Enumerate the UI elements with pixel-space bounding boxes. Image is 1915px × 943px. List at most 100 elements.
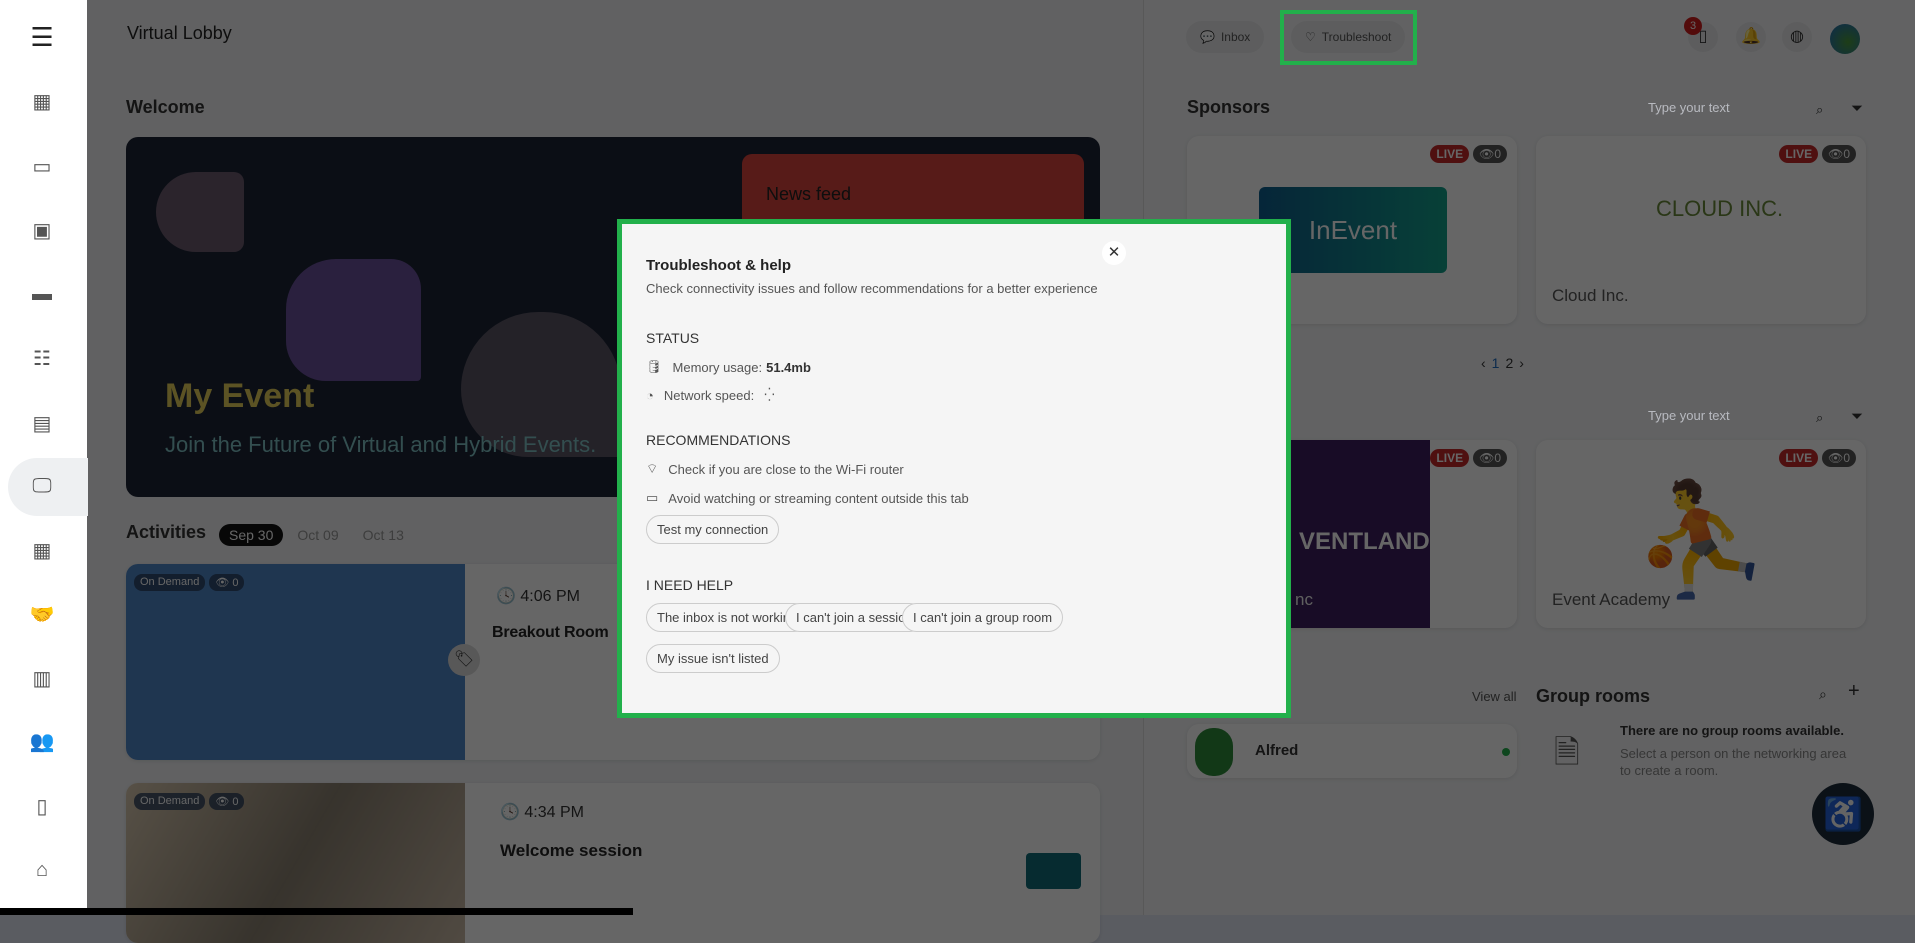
group-rooms-title: Group rooms — [1536, 686, 1651, 706]
people-icon: 👥 — [29, 730, 55, 753]
sidebar-item-people[interactable]: 👥 — [24, 723, 60, 759]
status-heading: STATUS — [646, 330, 700, 346]
plus-icon[interactable]: + — [1848, 680, 1860, 703]
filter-icon[interactable]: ⏷ — [1851, 408, 1863, 425]
filter-icon[interactable]: ⏷ — [1851, 100, 1863, 117]
document-icon: 🗎 — [1554, 734, 1580, 770]
door-icon: ⌂ — [35, 858, 49, 881]
accessibility-button[interactable]: ♿ — [1812, 783, 1874, 845]
globe-icon[interactable]: ◍ — [1782, 22, 1812, 52]
modal-title: Troubleshoot & help — [646, 257, 791, 274]
monitor-icon: 🖵 — [32, 474, 52, 497]
avatar[interactable] — [1830, 24, 1860, 54]
sidebar-item-booths[interactable]: ▥ — [24, 660, 60, 696]
views-count: 0 — [232, 796, 239, 808]
activity-card[interactable]: On Demand 👁 0 🕓 4:34 PM Welcome session — [126, 783, 1100, 943]
recommendation-stream: Avoid watching or streaming content outs… — [668, 490, 969, 506]
date-tab[interactable]: Oct 09 — [287, 524, 348, 546]
page-title: Virtual Lobby — [127, 23, 232, 43]
speedometer-icon: ◔ — [646, 387, 654, 403]
sponsor-card[interactable]: CLOUD INC. Cloud Inc. LIVE 👁0 — [1536, 136, 1866, 324]
presenter-icon: ☷ — [33, 347, 51, 370]
date-tab[interactable]: Sep 30 — [219, 524, 284, 546]
exhibitor-name: Event Academy — [1552, 590, 1671, 609]
bottom-bar — [0, 908, 633, 915]
views-badge: 👁0 — [1473, 449, 1507, 467]
event-tagline: Join the Future of Virtual and Hybrid Ev… — [165, 432, 597, 457]
help-other-button[interactable]: My issue isn't listed — [646, 644, 780, 673]
sidebar-item-exit[interactable]: ⌂ — [24, 852, 60, 888]
handshake-icon: 🤝 — [29, 603, 55, 626]
online-indicator — [1502, 748, 1510, 756]
wifi-icon: ⌔ — [646, 461, 659, 476]
chevron-left-icon[interactable]: ‹ — [1481, 355, 1486, 371]
booth-icon: ▥ — [32, 667, 52, 690]
inbox-button[interactable]: 💬 Inbox — [1186, 21, 1265, 53]
sponsor-name: Cloud Inc. — [1552, 286, 1629, 305]
bell-icon[interactable]: 🔔 — [1736, 22, 1766, 52]
exhibitors-search-input[interactable] — [1648, 408, 1808, 423]
recommendation-wifi: Check if you are close to the Wi-Fi rout… — [668, 461, 904, 477]
search-icon[interactable]: ⌕ — [1819, 686, 1827, 703]
search-icon[interactable]: ⌕ — [1816, 102, 1823, 118]
exhibitor-card[interactable]: ⛹ Event Academy LIVE 👁0 — [1536, 440, 1866, 628]
clock-icon: 🕓 — [496, 588, 516, 605]
sidebar-item-contacts[interactable]: ▣ — [24, 212, 60, 248]
sidebar-item-agenda[interactable]: ▦ — [24, 83, 60, 119]
chat-bubble-icon: 💬 — [1200, 30, 1215, 44]
help-inbox-button[interactable]: The inbox is not working — [646, 603, 809, 632]
chevron-right-icon[interactable]: › — [1519, 355, 1524, 371]
sidebar-item-tickets[interactable]: ▬ — [24, 276, 60, 312]
calendar-grid-icon: ▦ — [32, 539, 52, 562]
avatar — [1195, 728, 1233, 776]
group-rooms-empty-text: Select a person on the networking area t… — [1620, 746, 1847, 778]
activities-title: Activities — [126, 522, 207, 542]
activity-time: 4:06 PM — [520, 588, 580, 605]
tag-icon[interactable]: 🏷 — [448, 644, 480, 676]
sidebar-item-schedule[interactable]: ▦ — [24, 532, 60, 568]
person-item[interactable]: Alfred — [1187, 724, 1517, 778]
sidebar-item-speakers[interactable]: ☷ — [24, 340, 60, 376]
page-link[interactable]: 2 — [1505, 355, 1513, 371]
news-feed-title: News feed — [766, 184, 852, 204]
inbox-label: Inbox — [1220, 30, 1251, 44]
sidebar-item-documents[interactable]: ▯ — [24, 788, 60, 824]
ticket-icon: ▬ — [32, 282, 52, 305]
banner-photo — [156, 172, 244, 252]
troubleshoot-label: Troubleshoot — [1321, 30, 1392, 44]
views-badge: 👁 0 — [209, 574, 245, 591]
sidebar-item-lobby[interactable]: 🖵 — [24, 468, 60, 504]
video-camera-icon: ▭ — [646, 490, 659, 505]
close-icon[interactable]: ✕ — [1102, 241, 1126, 265]
sponsors-search-input[interactable] — [1648, 100, 1808, 115]
views-badge: 👁 0 — [209, 793, 245, 810]
troubleshoot-button[interactable]: ♡ Troubleshoot — [1291, 21, 1406, 53]
sidebar: ☰ ▦ ▭ ▣ ▬ ☷ ▤ 🖵 ▦ 🤝 ▥ 👥 ▯ ⌂ — [0, 0, 88, 915]
live-badge: LIVE — [1430, 449, 1470, 467]
welcome-title: Welcome — [126, 97, 205, 117]
views-count: 0 — [232, 577, 239, 589]
sidebar-item-table[interactable]: ▤ — [24, 405, 60, 441]
sidebar-item-networking[interactable]: 🤝 — [24, 596, 60, 632]
view-all-link[interactable]: View all — [1472, 689, 1517, 704]
modal-subtitle: Check connectivity issues and follow rec… — [646, 281, 1098, 296]
help-group-room-button[interactable]: I can't join a group room — [902, 603, 1064, 632]
activity-name: Welcome session — [500, 841, 643, 860]
book-icon: ▯ — [36, 795, 48, 818]
database-icon: 🛢 — [646, 359, 663, 374]
views-badge: 👁0 — [1822, 449, 1856, 467]
live-badge: LIVE — [1779, 145, 1819, 163]
loading-spinner-icon: ⁛ — [764, 387, 775, 402]
date-tab[interactable]: Oct 13 — [353, 524, 414, 546]
live-badge: LIVE — [1430, 145, 1470, 163]
test-connection-button[interactable]: Test my connection — [646, 515, 780, 544]
menu-icon[interactable]: ☰ — [24, 19, 60, 55]
page-link[interactable]: 1 — [1492, 355, 1500, 371]
notification-count-badge: 3 — [1684, 17, 1702, 35]
activity-thumbnail — [126, 564, 465, 760]
search-icon[interactable]: ⌕ — [1816, 410, 1823, 426]
sponsor-logo: CLOUD INC. — [1656, 196, 1784, 221]
on-demand-badge: On Demand — [134, 574, 206, 591]
sidebar-item-calendar[interactable]: ▭ — [24, 148, 60, 184]
recommendations-heading: RECOMMENDATIONS — [646, 432, 791, 448]
